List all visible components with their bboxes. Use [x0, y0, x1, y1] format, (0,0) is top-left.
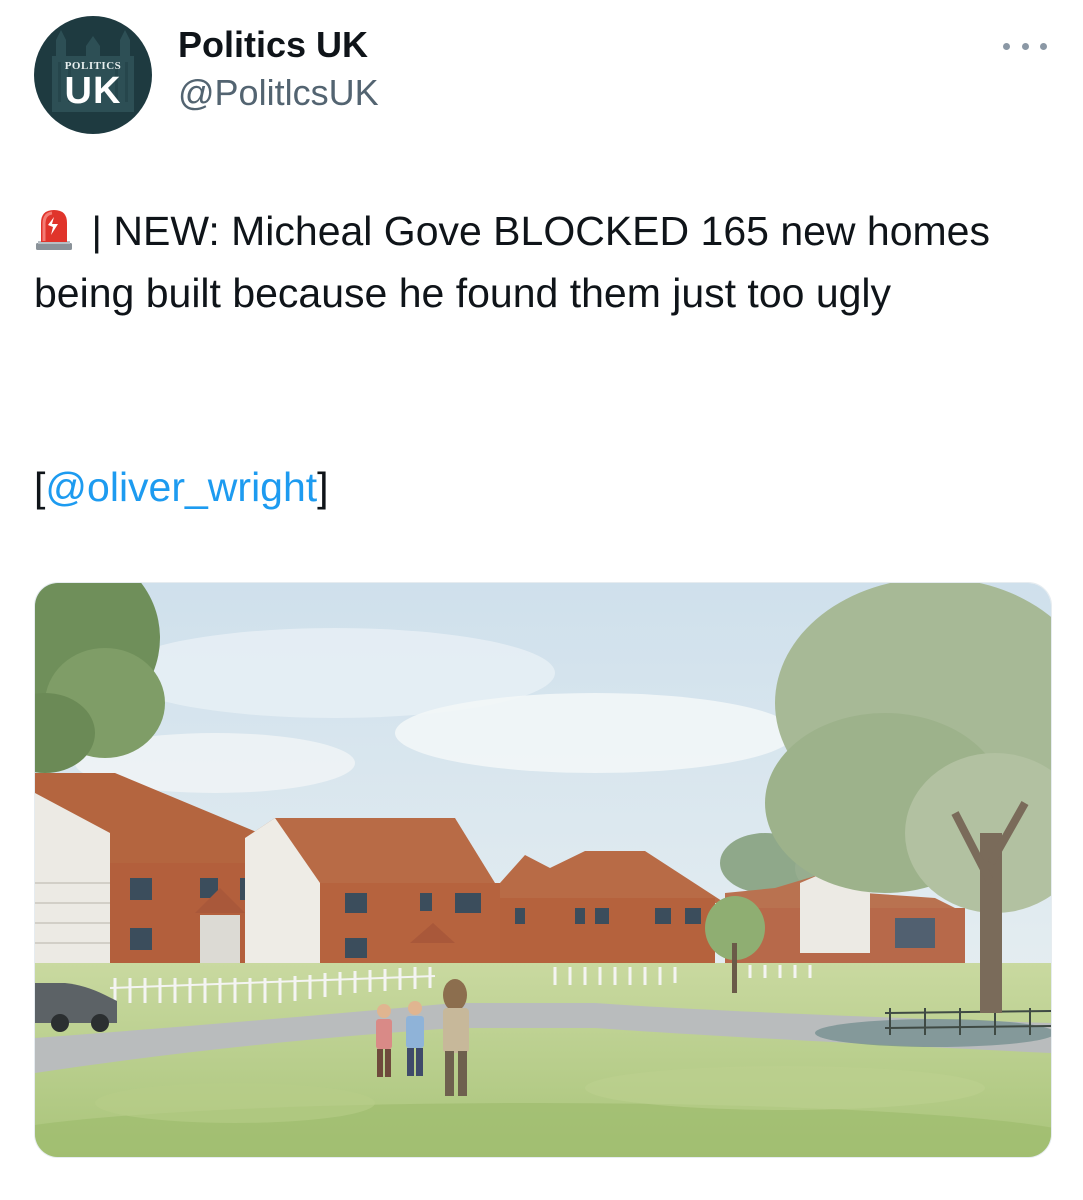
- housing-illustration: [35, 583, 1051, 1157]
- mention-link[interactable]: @oliver_wright: [45, 464, 317, 510]
- tweet-media-image[interactable]: [34, 582, 1052, 1158]
- more-options-button[interactable]: [1003, 36, 1047, 56]
- avatar[interactable]: POLITICS UK: [34, 16, 152, 134]
- more-dots-icon: [1021, 42, 1029, 50]
- more-dots-icon: [1003, 42, 1010, 50]
- avatar-label-big: UK: [64, 70, 122, 112]
- mention-line: [@oliver_wright]: [34, 456, 329, 518]
- police-siren-icon: [36, 210, 72, 250]
- tweet: POLITICS UK Politics UK @PolitlcsUK | NE…: [0, 0, 1083, 1200]
- author-info: Politics UK @PolitlcsUK: [178, 24, 379, 114]
- mention-bracket-open: [: [34, 464, 46, 510]
- more-dots-icon: [1040, 42, 1047, 50]
- tweet-text: | NEW: Micheal Gove BLOCKED 165 new home…: [34, 200, 1044, 324]
- tweet-text-content: | NEW: Micheal Gove BLOCKED 165 new home…: [34, 208, 990, 316]
- mention-bracket-close: ]: [317, 464, 329, 510]
- user-handle[interactable]: @PolitlcsUK: [178, 72, 379, 114]
- display-name[interactable]: Politics UK: [178, 24, 379, 66]
